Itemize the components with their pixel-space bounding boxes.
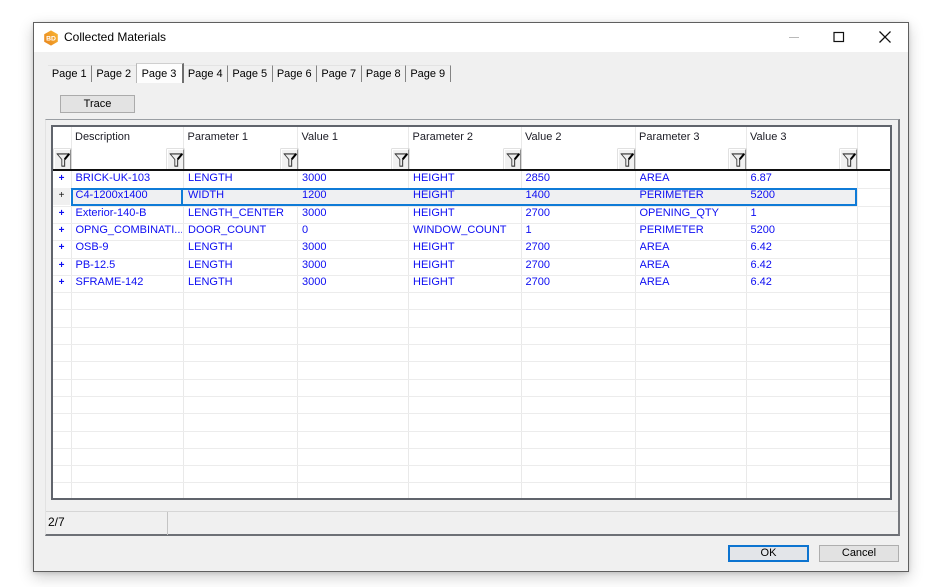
svg-text:BD: BD — [46, 35, 56, 42]
